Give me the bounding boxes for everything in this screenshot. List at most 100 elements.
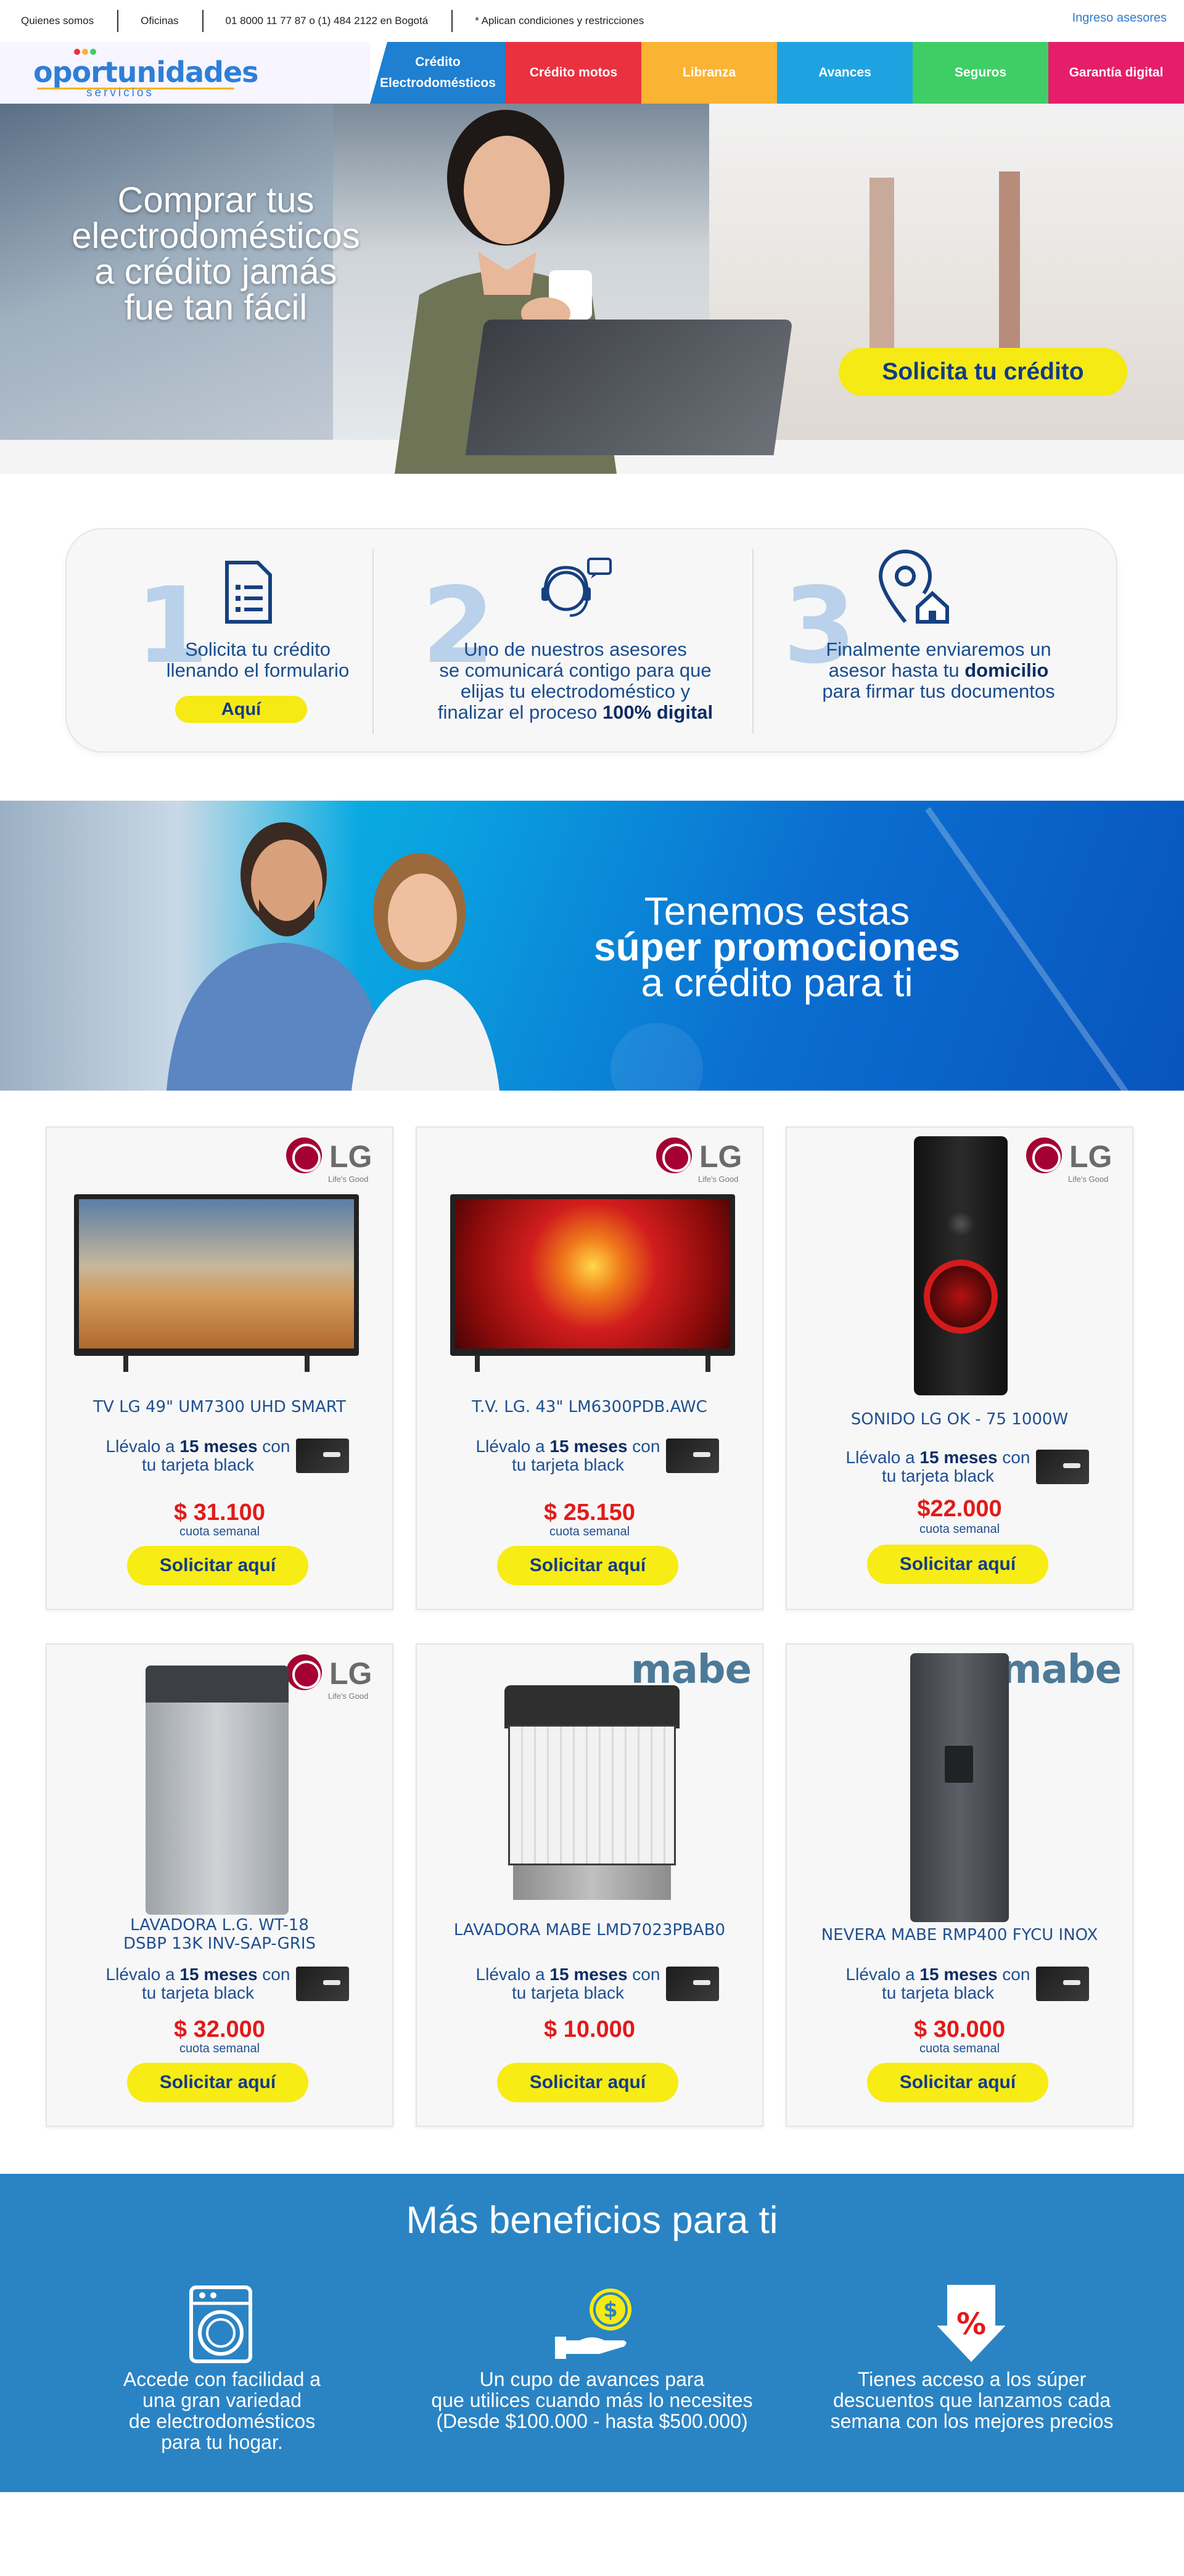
step-2: 2 Uno de nuestros asesores se comunicará… bbox=[375, 529, 751, 754]
step-text-line: para firmar tus documentos bbox=[822, 680, 1055, 702]
product-name-line: LAVADORA L.G. WT-18 bbox=[130, 1916, 309, 1934]
offer-months: 15 meses bbox=[919, 1448, 998, 1467]
tab-label: Libranza bbox=[682, 65, 736, 80]
product-image-tv bbox=[450, 1194, 735, 1372]
benefit-text-line: Accede con facilidad a bbox=[123, 2368, 321, 2390]
step-text-line: se comunicará contigo para que bbox=[439, 659, 712, 681]
offer-text: con bbox=[627, 1437, 660, 1456]
offer-text: tu tarjeta black bbox=[881, 1466, 995, 1485]
solicitar-aqui-button[interactable]: Solicitar aquí bbox=[127, 2063, 308, 2102]
black-card-icon bbox=[666, 1967, 719, 2001]
promo-line: a crédito para ti bbox=[641, 960, 913, 1005]
tab-label: Garantía digital bbox=[1069, 65, 1164, 80]
brand-tagline: Life's Good bbox=[1068, 1174, 1109, 1184]
offer-text: Llévalo a bbox=[475, 1437, 550, 1456]
product-price: $ 30.000 bbox=[914, 2017, 1005, 2042]
solicita-credito-button[interactable]: Solicita tu crédito bbox=[839, 348, 1127, 396]
brand-tagline: Life's Good bbox=[698, 1174, 739, 1184]
step-text-line: elijas tu electrodoméstico y bbox=[460, 680, 691, 702]
link-oficinas[interactable]: Oficinas bbox=[117, 10, 202, 32]
tab-seguros[interactable]: Seguros bbox=[913, 42, 1048, 104]
promo-decoration bbox=[610, 1023, 703, 1091]
lg-logo: LG Life's Good bbox=[286, 1137, 379, 1187]
step-3: 3 Finalmente enviaremos un asesor hasta … bbox=[754, 529, 1117, 754]
black-card-icon bbox=[296, 1967, 349, 2001]
product-price: $ 32.000 bbox=[174, 2017, 265, 2042]
benefit-item: Accede con facilidad a una gran variedad… bbox=[49, 2369, 395, 2453]
money-hand-icon: $ bbox=[555, 2289, 631, 2359]
benefit-text-line: (Desde $100.000 - hasta $500.000) bbox=[436, 2410, 748, 2432]
promo-title: Tenemos estas súper promociones a crédit… bbox=[543, 891, 1011, 1005]
logo-subtitle: servicios bbox=[86, 86, 154, 99]
solicitar-aqui-button[interactable]: Solicitar aquí bbox=[127, 1546, 308, 1585]
offer-text: tu tarjeta black bbox=[511, 1455, 625, 1474]
offer-months: 15 meses bbox=[919, 1965, 998, 1984]
top-bar: Quienes somos Oficinas 01 8000 11 77 87 … bbox=[0, 0, 1184, 42]
steps-panel: 1 Solicita tu crédito llenando el formul… bbox=[65, 528, 1117, 753]
black-card-icon bbox=[666, 1439, 719, 1473]
tab-credito-electrodomesticos[interactable]: Crédito Electrodomésticos bbox=[370, 42, 506, 104]
logo-wordmark: oportunidades bbox=[33, 56, 259, 89]
offer-months: 15 meses bbox=[179, 1965, 258, 1984]
promo-couple-image bbox=[166, 822, 500, 1091]
product-name: LAVADORA MABE LMD7023PBAB0 bbox=[453, 1921, 726, 1939]
lg-logo-icon bbox=[1026, 1137, 1062, 1173]
tab-garantia-digital[interactable]: Garantía digital bbox=[1048, 42, 1184, 104]
product-name: TV LG 49" UM7300 UHD SMART bbox=[93, 1398, 346, 1416]
cuota-label: cuota semanal bbox=[179, 1525, 260, 1538]
hero-laptop bbox=[465, 320, 793, 455]
black-card-icon bbox=[1036, 1967, 1089, 2001]
brand-name: LG bbox=[329, 1139, 372, 1174]
product-price: $ 10.000 bbox=[544, 2017, 635, 2042]
link-ingreso-asesores[interactable]: Ingreso asesores bbox=[1072, 11, 1167, 25]
lg-logo: LG Life's Good bbox=[656, 1137, 749, 1187]
solicitar-aqui-button[interactable]: Solicitar aquí bbox=[497, 2063, 678, 2102]
benefit-text-line: Tienes acceso a los súper bbox=[857, 2368, 1087, 2390]
benefit-text-line: de electrodomésticos bbox=[128, 2410, 316, 2432]
black-card-icon bbox=[296, 1439, 349, 1473]
step-text-bold: domicilio bbox=[964, 659, 1049, 681]
product-card: LG Life's Good T.V. LG. 43" LM6300PDB.AW… bbox=[416, 1126, 763, 1610]
lg-logo: LG Life's Good bbox=[1026, 1137, 1119, 1187]
step-text-line: finalizar el proceso bbox=[437, 701, 602, 723]
benefit-text-line: descuentos que lanzamos cada bbox=[832, 2389, 1111, 2411]
form-icon bbox=[225, 561, 272, 624]
offer-text: tu tarjeta black bbox=[881, 1983, 995, 2002]
product-card: LG Life's Good SONIDO LG OK - 75 1000W L… bbox=[786, 1126, 1133, 1610]
offer-text: Llévalo a bbox=[475, 1965, 550, 1984]
cuota-label: cuota semanal bbox=[919, 1522, 1000, 1536]
product-name: T.V. LG. 43" LM6300PDB.AWC bbox=[472, 1398, 707, 1416]
tab-libranza[interactable]: Libranza bbox=[641, 42, 777, 104]
tab-credito-motos[interactable]: Crédito motos bbox=[506, 42, 641, 104]
hero-background-window bbox=[709, 104, 1184, 474]
promo-line-bold: súper promociones bbox=[594, 925, 960, 969]
solicitar-aqui-button[interactable]: Solicitar aquí bbox=[867, 2063, 1048, 2102]
brand-name: LG bbox=[1069, 1139, 1112, 1174]
lg-logo-icon bbox=[656, 1137, 692, 1173]
offer-text: tu tarjeta black bbox=[511, 1983, 625, 2002]
product-name-line: DSBP 13K INV-SAP-GRIS bbox=[123, 1934, 316, 1953]
product-image-washer bbox=[146, 1666, 289, 1915]
product-image-tv bbox=[74, 1194, 359, 1372]
hero-banner: Comprar tus electrodomésticos a crédito … bbox=[0, 104, 1184, 474]
cuota-label: cuota semanal bbox=[179, 2042, 260, 2055]
agent-icon bbox=[541, 558, 612, 617]
offer-months: 15 meses bbox=[179, 1437, 258, 1456]
hero-title-line: fue tan fácil bbox=[124, 287, 308, 328]
tab-label: Avances bbox=[818, 65, 871, 80]
link-quienes-somos[interactable]: Quienes somos bbox=[0, 12, 117, 30]
product-image-speaker bbox=[914, 1136, 1008, 1395]
aqui-button[interactable]: Aquí bbox=[175, 696, 307, 723]
hero-title-line: Comprar tus bbox=[117, 180, 314, 220]
offer-text: con bbox=[627, 1965, 660, 1984]
logo[interactable]: oportunidades servicios bbox=[0, 42, 370, 104]
benefit-text-line: Un cupo de avances para bbox=[479, 2368, 705, 2390]
solicitar-aqui-button[interactable]: Solicitar aquí bbox=[867, 1545, 1048, 1584]
solicitar-aqui-button[interactable]: Solicitar aquí bbox=[497, 1546, 678, 1585]
brand-tagline: Life's Good bbox=[328, 1174, 369, 1184]
benefit-item: Tienes acceso a los súper descuentos que… bbox=[799, 2369, 1145, 2432]
benefit-text-line: para tu hogar. bbox=[161, 2431, 283, 2453]
lg-logo-icon bbox=[286, 1654, 322, 1690]
hero-title: Comprar tus electrodomésticos a crédito … bbox=[25, 183, 407, 326]
tab-avances[interactable]: Avances bbox=[777, 42, 913, 104]
